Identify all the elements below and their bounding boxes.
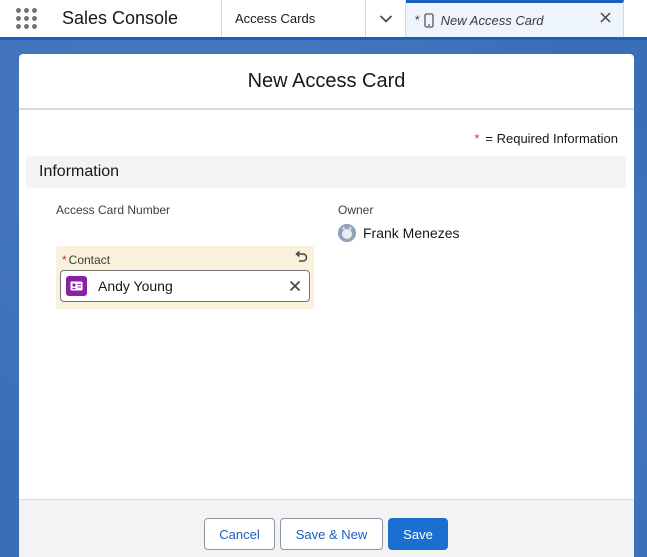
app-name: Sales Console — [52, 0, 222, 37]
clear-icon[interactable] — [289, 280, 301, 292]
save-and-new-button[interactable]: Save & New — [280, 518, 383, 550]
modal-title: New Access Card — [19, 54, 634, 110]
section-information[interactable]: Information — [26, 156, 626, 188]
tab-label: New Access Card — [440, 12, 544, 28]
tab-access-cards[interactable]: Access Cards — [222, 0, 366, 37]
cancel-button[interactable]: Cancel — [204, 518, 275, 550]
contact-field-edited: * Contact Andy Young — [56, 246, 314, 309]
owner-label: Owner — [338, 203, 374, 217]
required-info-note: * = Required Information — [474, 131, 618, 146]
contact-label: * Contact — [62, 253, 110, 267]
access-card-number-label: Access Card Number — [56, 203, 171, 217]
app-launcher-button[interactable] — [0, 0, 52, 37]
unsaved-marker: * — [415, 13, 420, 27]
waffle-icon — [15, 8, 37, 29]
contact-lookup-input[interactable]: Andy Young — [60, 270, 310, 302]
undo-icon[interactable] — [294, 250, 308, 264]
required-marker: * — [62, 253, 67, 267]
avatar-icon — [338, 224, 356, 242]
top-nav-bar: Sales Console Access Cards * New Access … — [0, 0, 647, 40]
section-title: Information — [39, 163, 120, 180]
modal-footer: Cancel Save & New Save — [19, 499, 634, 557]
tab-new-access-card[interactable]: * New Access Card — [406, 0, 624, 37]
owner-name[interactable]: Frank Menezes — [363, 225, 459, 241]
contact-value: Andy Young — [98, 278, 173, 294]
save-button[interactable]: Save — [388, 518, 448, 550]
tab-label: Access Cards — [235, 11, 316, 26]
new-record-modal: New Access Card * = Required Information … — [19, 54, 634, 557]
chevron-down-icon — [379, 14, 392, 23]
owner-field: Frank Menezes — [338, 224, 459, 242]
contact-label-text: Contact — [68, 253, 111, 267]
tab-menu-button[interactable] — [366, 0, 406, 37]
contact-card-icon — [66, 276, 87, 296]
required-marker: * — [474, 131, 480, 146]
phone-icon — [424, 12, 434, 28]
close-icon[interactable] — [600, 12, 611, 23]
required-info-text: = Required Information — [485, 131, 618, 146]
